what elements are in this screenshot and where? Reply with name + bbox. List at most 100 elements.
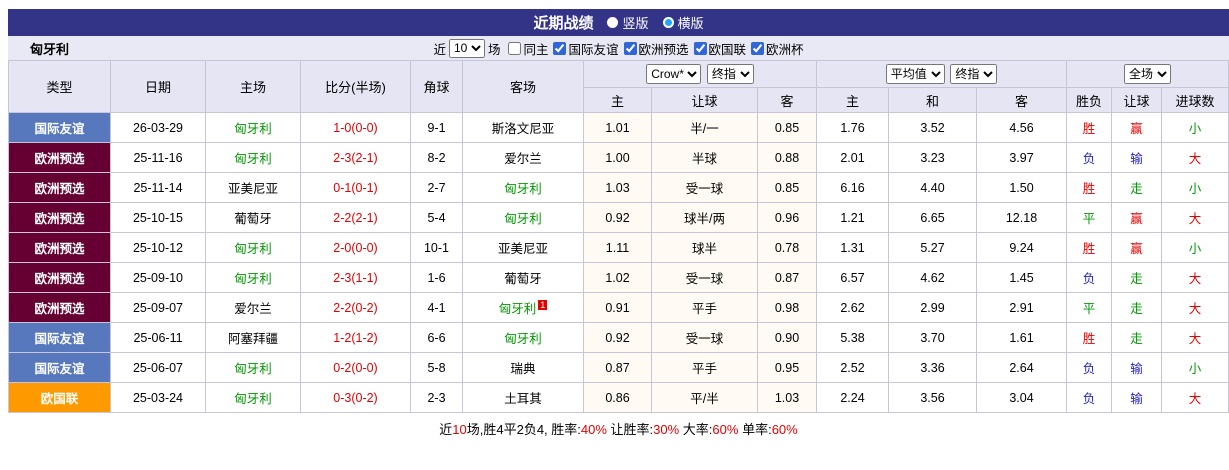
match-type-badge: 欧洲预选 [8, 202, 111, 233]
corner-score: 8-2 [410, 142, 463, 173]
avg-home-odds: 1.31 [816, 232, 889, 263]
match-row: 欧国联 25-03-24 匈牙利 0-3(0-2) 2-3 土耳其 0.86 平/半 1.03 2… [8, 382, 1229, 413]
scope-select[interactable]: 全场 [1124, 64, 1171, 84]
avg-away-odds: 1.50 [975, 172, 1068, 203]
col-header-away: 客场 [462, 60, 584, 113]
layout-radio-horizontal[interactable]: 横版 [662, 13, 704, 32]
handicap-away-odds: 0.95 [757, 352, 817, 383]
home-team: 爱尔兰 [205, 292, 301, 323]
away-team: 瑞典 [462, 352, 584, 383]
team-name: 匈牙利 [30, 41, 70, 57]
handicap-away-odds: 0.85 [757, 112, 817, 143]
nations-league-checkbox-input[interactable] [693, 41, 707, 55]
average-odds-select[interactable]: 平均值 [885, 64, 945, 84]
match-date: 25-11-14 [110, 172, 206, 203]
radio-unselected-icon [607, 17, 619, 28]
summary-footer: 近10场,胜4平2负4, 胜率:40% 让胜率:30% 大率:60% 单率:60… [8, 413, 1229, 438]
result-goals: 小 [1161, 352, 1229, 383]
result-wdl: 胜 [1066, 172, 1113, 203]
subcol-odds-away: 客 [975, 87, 1068, 113]
match-score: 2-3(2-1) [300, 142, 411, 173]
avg-away-odds: 4.56 [975, 112, 1068, 143]
handicap-odds-header: Crow* 终指 [583, 60, 817, 88]
match-score: 2-3(1-1) [300, 262, 411, 293]
result-goals: 大 [1161, 292, 1229, 323]
summary-text: 单率: [738, 422, 772, 437]
handicap-line: 平手 [651, 292, 758, 323]
filter-bar: 匈牙利 近 10 场 同主 国际友谊 欧洲预选 欧国联 欧洲杯 [8, 36, 1229, 60]
radio-selected-icon [662, 17, 674, 28]
result-handicap: 走 [1111, 292, 1163, 323]
summary-text: 大率: [679, 422, 713, 437]
handicap-line: 球半 [651, 232, 758, 263]
handicap-line: 平手 [651, 352, 758, 383]
filter-checkbox-euro-qualifier[interactable]: 欧洲预选 [623, 39, 689, 58]
handicap-away-odds: 1.03 [757, 382, 817, 413]
handicap-away-odds: 0.96 [757, 202, 817, 233]
match-date: 25-06-11 [110, 322, 206, 353]
intl-friendly-checkbox-input[interactable] [553, 41, 567, 55]
result-wdl: 平 [1066, 202, 1113, 233]
col-header-score: 比分(半场) [300, 60, 411, 113]
avg-away-odds: 2.64 [975, 352, 1068, 383]
odds-company-select[interactable]: Crow* [646, 64, 702, 84]
avg-home-odds: 1.76 [816, 112, 889, 143]
checkbox-label: 欧洲杯 [766, 42, 804, 57]
match-score: 2-2(0-2) [300, 292, 411, 323]
avg-away-odds: 9.24 [975, 232, 1068, 263]
home-team: 阿塞拜疆 [205, 322, 301, 353]
match-type-badge: 欧洲预选 [8, 232, 111, 263]
match-type-badge: 欧洲预选 [8, 142, 111, 173]
result-handicap: 赢 [1111, 112, 1163, 143]
handicap-away-odds: 0.85 [757, 172, 817, 203]
summary-text: 场,胜4平2负4, 胜率: [466, 422, 581, 437]
result-handicap: 走 [1111, 172, 1163, 203]
subcol-odds-home: 主 [816, 87, 889, 113]
result-wdl: 胜 [1066, 322, 1113, 353]
match-score: 1-2(1-2) [300, 322, 411, 353]
match-row: 欧洲预选 25-09-07 爱尔兰 2-2(0-2) 4-1 匈牙利 1 0.91 平手 0.98… [8, 292, 1229, 323]
home-team: 葡萄牙 [205, 202, 301, 233]
euro-cup-checkbox-input[interactable] [751, 41, 765, 55]
match-row: 欧洲预选 25-10-12 匈牙利 2-0(0-0) 10-1 亚美尼亚 1.11 球半 0.7… [8, 232, 1229, 263]
match-count-select[interactable]: 10 [448, 38, 485, 58]
checkbox-label: 欧洲预选 [638, 42, 689, 57]
filter-checkbox-intl-friendly[interactable]: 国际友谊 [553, 39, 619, 58]
avg-draw-odds: 2.99 [888, 292, 977, 323]
corner-score: 5-8 [410, 352, 463, 383]
filter-checkbox-nations-league[interactable]: 欧国联 [693, 39, 746, 58]
handicap-home-odds: 1.02 [583, 262, 652, 293]
match-row: 欧洲预选 25-11-16 匈牙利 2-3(2-1) 8-2 爱尔兰 1.00 半球 0.88 2… [8, 142, 1229, 173]
filter-checkbox-euro-cup[interactable]: 欧洲杯 [751, 39, 804, 58]
match-date: 25-09-10 [110, 262, 206, 293]
handicap-stage-select[interactable]: 终指 [706, 64, 754, 84]
avg-home-odds: 2.52 [816, 352, 889, 383]
avg-draw-odds: 3.36 [888, 352, 977, 383]
handicap-away-odds: 0.88 [757, 142, 817, 173]
handicap-home-odds: 1.03 [583, 172, 652, 203]
away-team: 亚美尼亚 [462, 232, 584, 263]
away-team: 匈牙利 [462, 202, 584, 233]
layout-radio-vertical[interactable]: 竖版 [607, 13, 649, 32]
result-wdl: 负 [1066, 262, 1113, 293]
avg-draw-odds: 4.40 [888, 172, 977, 203]
average-stage-select[interactable]: 终指 [950, 64, 998, 84]
same-home-checkbox-input[interactable] [508, 41, 522, 55]
result-handicap: 赢 [1111, 202, 1163, 233]
euro-qualifier-checkbox-input[interactable] [623, 41, 637, 55]
results-body: 国际友谊 26-03-29 匈牙利 1-0(0-0) 9-1 斯洛文尼亚 1.01 半/一 0.… [8, 112, 1229, 413]
filter-checkbox-same-home[interactable]: 同主 [508, 39, 548, 58]
avg-home-odds: 5.38 [816, 322, 889, 353]
avg-away-odds: 1.61 [975, 322, 1068, 353]
avg-away-odds: 12.18 [975, 202, 1068, 233]
table-header-row-top: 类型 日期 主场 比分(半场) 角球 客场 Crow* 终指 平均值 终指 全场 [8, 60, 1229, 113]
col-header-handicap-result: 让球 [1111, 87, 1163, 113]
match-date: 25-03-24 [110, 382, 206, 413]
result-goals: 大 [1161, 322, 1229, 353]
away-team: 斯洛文尼亚 [462, 112, 584, 143]
result-goals: 小 [1161, 112, 1229, 143]
result-goals: 小 [1161, 232, 1229, 263]
subcol-odds-draw: 和 [888, 87, 977, 113]
match-type-badge: 国际友谊 [8, 322, 111, 353]
corner-score: 4-1 [410, 292, 463, 323]
